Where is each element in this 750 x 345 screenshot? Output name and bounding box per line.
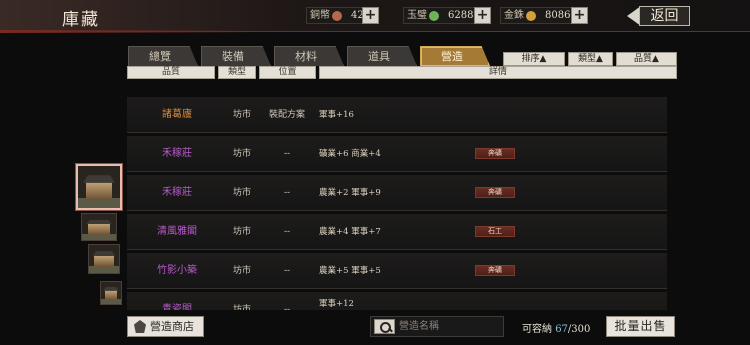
sort-quality-button[interactable]: 品質▲ (616, 52, 677, 66)
gold-coin-icon (526, 11, 536, 21)
capacity-total: /300 (567, 324, 591, 335)
item-name: 青瓷閣 (162, 304, 192, 310)
currency-label: 銅幣 (310, 10, 330, 21)
table-row[interactable]: 禾稼莊 坊市 -- 農業+2 軍事+9 奔礦 (127, 175, 667, 211)
item-detail: 農業+4 軍事+7 (319, 227, 381, 237)
item-tag: 石工 (475, 226, 515, 237)
item-position: -- (283, 305, 291, 310)
add-copper-button[interactable]: + (362, 7, 379, 24)
search-box (370, 316, 504, 337)
item-tag: 奔礦 (475, 148, 515, 159)
sort-type-button[interactable]: 類型▲ (568, 52, 613, 66)
table-row[interactable]: 諸葛廬 坊市 裝配方案 軍事+16 (127, 97, 667, 133)
item-name: 禾稼莊 (162, 148, 192, 159)
item-type: 坊市 (232, 305, 251, 310)
item-name: 竹影小築 (157, 265, 197, 276)
item-tag: 奔礦 (475, 187, 515, 198)
capacity-indicator: 可容納 67/300 (522, 320, 590, 335)
copper-coin-icon (332, 11, 342, 21)
item-type: 坊市 (232, 110, 251, 120)
page-title: 庫藏 (62, 10, 100, 30)
search-icon[interactable] (374, 319, 395, 334)
column-header-type[interactable]: 類型 (218, 66, 256, 79)
currency-value: 8086 (545, 10, 571, 21)
currency-jade: 玉璧 6288 + (403, 7, 491, 24)
table-row[interactable]: 青瓷閣 坊市 -- 軍事+12 (127, 292, 667, 310)
item-detail: 軍事+12 (319, 299, 354, 309)
add-gold-button[interactable]: + (571, 7, 588, 24)
capacity-label: 可容納 (522, 324, 552, 335)
item-detail: 礦業+6 商業+4 (319, 149, 381, 159)
search-input[interactable] (399, 319, 499, 334)
item-type: 坊市 (232, 188, 251, 198)
item-detail: 農業+5 軍事+5 (319, 266, 381, 276)
item-name: 清風雅閣 (157, 226, 197, 237)
jade-bi-icon (429, 11, 439, 21)
currency-gold: 金銖 8086 + (500, 7, 588, 24)
table-row[interactable]: 清風雅閣 坊市 -- 農業+4 軍事+7 石工 (127, 214, 667, 250)
item-name: 禾稼莊 (162, 187, 192, 198)
table-row[interactable]: 禾稼莊 坊市 -- 礦業+6 商業+4 奔礦 (127, 136, 667, 172)
item-position: 裝配方案 (268, 110, 305, 120)
tab-items[interactable]: 道具 (347, 46, 417, 66)
back-label: 返回 (639, 6, 690, 26)
currency-value: 6288 (448, 10, 474, 21)
shop-label: 營造商店 (150, 320, 194, 333)
building-thumbnail[interactable] (81, 213, 117, 241)
item-type: 坊市 (232, 227, 251, 237)
currency-copper: 銅幣 42萬 + (306, 7, 379, 24)
item-detail: 軍事+16 (319, 110, 354, 120)
table-row[interactable]: 竹影小築 坊市 -- 農業+5 軍事+5 奔礦 (127, 253, 667, 289)
add-jade-button[interactable]: + (474, 7, 491, 24)
tab-construction[interactable]: 營造 (420, 46, 490, 66)
item-detail: 農業+2 軍事+9 (319, 188, 381, 198)
item-position: -- (283, 188, 291, 198)
capacity-count: 67 (555, 324, 568, 335)
shop-icon (134, 320, 146, 333)
construction-table[interactable]: 諸葛廬 坊市 裝配方案 軍事+16 禾稼莊 坊市 -- 礦業+6 商業+4 奔礦… (127, 80, 677, 310)
back-button[interactable]: 返回 (627, 6, 690, 26)
construction-shop-button[interactable]: 營造商店 (127, 316, 204, 337)
bulk-sell-button[interactable]: 批量出售 (606, 316, 675, 337)
building-thumbnail[interactable] (88, 244, 120, 274)
column-header-position[interactable]: 位置 (259, 66, 316, 79)
column-header-quality[interactable]: 品質 (127, 66, 215, 79)
tab-equipment[interactable]: 裝備 (201, 46, 271, 66)
currency-label: 金銖 (504, 10, 524, 21)
item-tag: 奔礦 (475, 265, 515, 276)
item-type: 坊市 (232, 149, 251, 159)
item-position: -- (283, 266, 291, 276)
currency-label: 玉璧 (407, 10, 427, 21)
tab-overview[interactable]: 總覽 (128, 46, 198, 66)
item-position: -- (283, 149, 291, 159)
item-position: -- (283, 227, 291, 237)
column-header-detail: 詳情 (319, 66, 677, 79)
building-thumbnail-selected[interactable] (76, 164, 122, 210)
top-bar: 庫藏 銅幣 42萬 + 玉璧 6288 + 金銖 8086 + 返回 (0, 0, 750, 33)
item-name: 諸葛廬 (162, 109, 192, 120)
building-thumbnail[interactable] (100, 281, 122, 305)
tab-materials[interactable]: 材料 (274, 46, 344, 66)
item-type: 坊市 (232, 266, 251, 276)
sort-order-button[interactable]: 排序▲ (503, 52, 565, 66)
